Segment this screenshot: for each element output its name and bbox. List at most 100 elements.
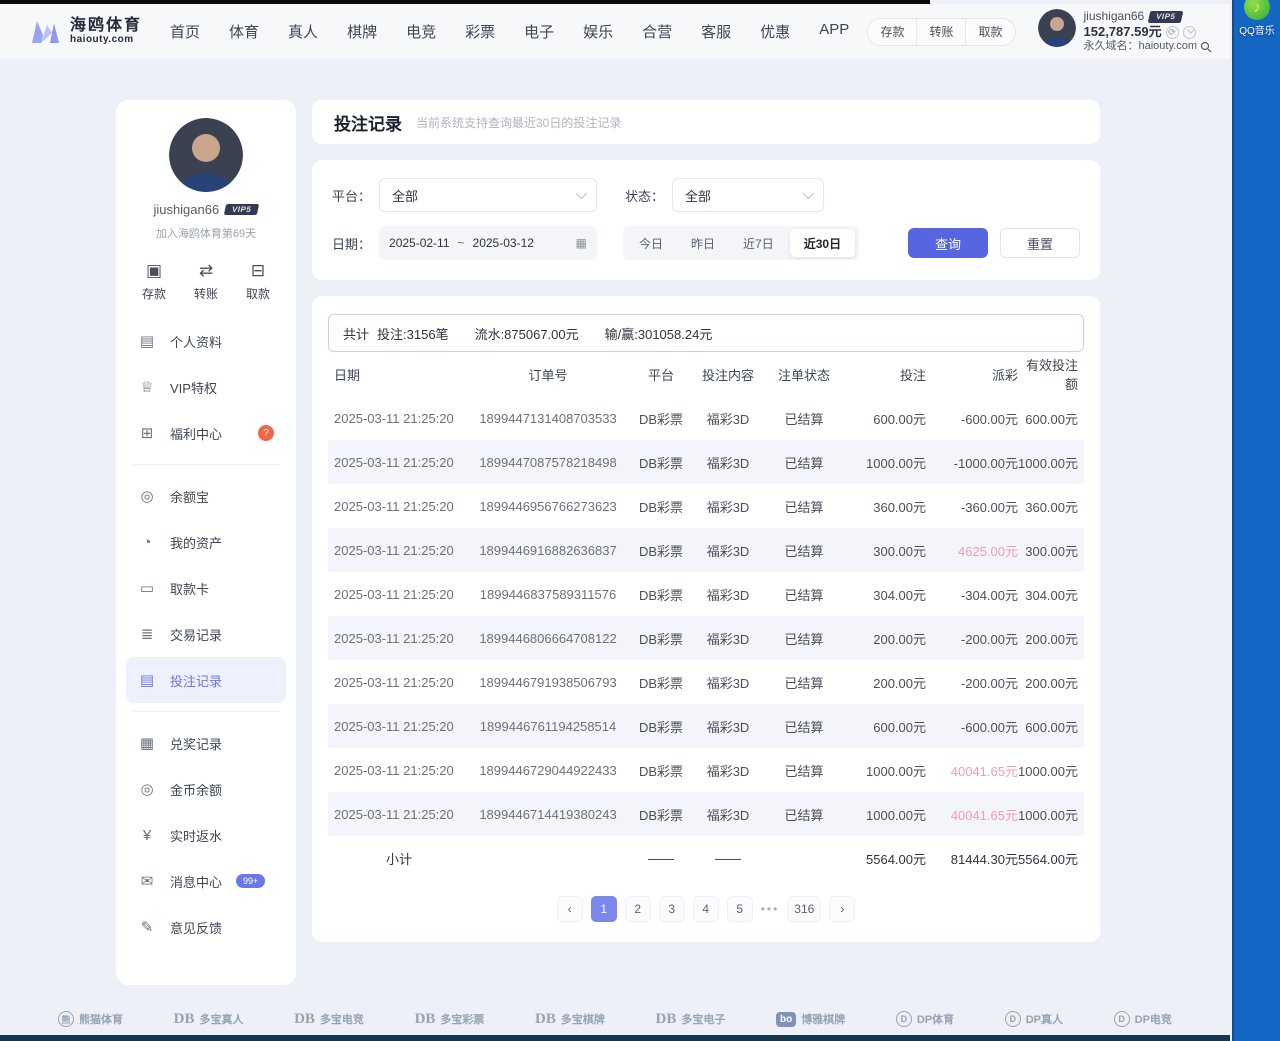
cell-payout: -1000.00元 (926, 453, 1018, 472)
sidebar-item-兑奖记录[interactable]: ▦兑奖记录 (126, 720, 286, 766)
nav-item[interactable]: 棋牌 (347, 21, 377, 42)
quick-date-近7日[interactable]: 近7日 (729, 226, 788, 260)
page-button-1[interactable]: 1 (591, 896, 617, 922)
search-button[interactable]: 查询 (908, 228, 988, 258)
table-row: 2025-03-11 21:25:201899446806664708122DB… (328, 616, 1084, 660)
records-panel: 共计 投注:3156笔 流水:875067.00元 输/赢:301058.24元… (312, 296, 1100, 942)
partner-logo: DB多宝电竞 (294, 1011, 364, 1028)
quick-date-昨日[interactable]: 昨日 (677, 226, 729, 260)
user-avatar[interactable] (1038, 9, 1076, 47)
cell-platform: DB彩票 (632, 541, 690, 560)
quick-date-近30日[interactable]: 近30日 (790, 229, 855, 257)
sidebar-item-金币余额[interactable]: ◎金币余额 (126, 766, 286, 812)
sidebar-item-福利中心[interactable]: ⊞福利中心? (126, 410, 286, 456)
sidebar-item-交易记录[interactable]: ≣交易记录 (126, 611, 286, 657)
date-range-input[interactable]: 2025-02-11 ~ 2025-03-12 ▦ (379, 226, 597, 260)
cell-order-number: 1899446714419380243 (464, 807, 632, 822)
cell-payout: -200.00元 (926, 673, 1018, 692)
sidebar-item-label: VIP特权 (170, 378, 217, 397)
nav-item[interactable]: 电竞 (406, 21, 436, 42)
partner-logo-text: 多宝电子 (681, 1011, 725, 1027)
nav-item[interactable]: 真人 (288, 21, 318, 42)
sidebar-item-我的资产[interactable]: ◔我的资产 (126, 519, 286, 565)
yuebao-icon: ◎ (138, 487, 156, 505)
top-navbar: 海鸥体育 haiouty.com 首页 体育 真人 棋牌 电竞 彩票 电子 娱乐 合营 客服 优惠 A… (0, 4, 1230, 60)
cell-valid-amount: 300.00元 (1018, 541, 1078, 560)
nav-item[interactable]: 娱乐 (583, 21, 613, 42)
page-button-5[interactable]: 5 (727, 896, 753, 922)
desktop-background: ♪ QQ音乐 (1232, 0, 1280, 1041)
nav-item[interactable]: 客服 (701, 21, 731, 42)
nav-item[interactable]: 体育 (229, 21, 259, 42)
platform-select[interactable]: 全部 (379, 178, 597, 212)
cell-date: 2025-03-11 21:25:20 (334, 411, 464, 426)
sidebar-item-余额宝[interactable]: ◎余额宝 (126, 473, 286, 519)
sidebar-action-存款[interactable]: ▣存款 (142, 261, 166, 302)
nav-item[interactable]: 优惠 (760, 21, 790, 42)
vip-icon: ♕ (138, 378, 156, 396)
partner-logo-icon: 熊 (58, 1011, 74, 1027)
nav-item[interactable]: 电子 (524, 21, 554, 42)
wallet-action-button[interactable]: 取款 (965, 19, 1014, 45)
cell-payout: 4625.00元 (926, 541, 1018, 560)
cell-bet-amount: 600.00元 (842, 717, 926, 736)
cell-date: 2025-03-11 21:25:20 (334, 807, 464, 822)
sidebar-menu: ▤个人资料 ♕ VIP特权 ⊞福利中心? ◎余额宝◔我的资产▭取款卡≣交易记录 ▤ 投注记录… (116, 318, 296, 950)
sidebar-item-意见反馈[interactable]: ✎ 意见反馈 (126, 904, 286, 950)
partner-logo: 熊熊猫体育 (58, 1011, 123, 1027)
platform-value: 全部 (392, 186, 418, 205)
reset-button[interactable]: 重置 (1000, 228, 1080, 258)
cell-bet-content: 福彩3D (690, 629, 766, 648)
sidebar-item-投注记录[interactable]: ▤ 投注记录 (126, 657, 286, 703)
page-button-2[interactable]: 2 (625, 896, 651, 922)
nav-item[interactable]: 彩票 (465, 21, 495, 42)
sidebar-action-取款[interactable]: ⊟取款 (246, 261, 270, 302)
nav-item[interactable]: APP (819, 21, 849, 42)
chevron-down-icon (803, 188, 814, 199)
wallet-action-button[interactable]: 转账 (916, 19, 965, 45)
sidebar-item-label: 金币余额 (170, 780, 222, 799)
withdraw-icon: ⊟ (246, 261, 270, 281)
sidebar-item-个人资料[interactable]: ▤个人资料 (126, 318, 286, 364)
partner-logo-text: 熊猫体育 (79, 1011, 123, 1027)
bet-records-icon: ▤ (138, 671, 156, 689)
menu-divider (132, 464, 280, 465)
page-button-4[interactable]: 4 (693, 896, 719, 922)
pagination: ‹12345•••316› (328, 896, 1084, 922)
feedback-icon: ✎ (138, 918, 156, 936)
cell-valid-amount: 360.00元 (1018, 497, 1078, 516)
brand-logo[interactable]: 海鸥体育 haiouty.com (28, 17, 142, 47)
cell-valid-amount: 200.00元 (1018, 673, 1078, 692)
sidebar-item-取款卡[interactable]: ▭取款卡 (126, 565, 286, 611)
quick-date-今日[interactable]: 今日 (625, 226, 677, 260)
chevron-down-icon[interactable] (1183, 26, 1196, 39)
nav-item[interactable]: 首页 (170, 21, 200, 42)
refresh-balance-icon[interactable]: ⟳ (1166, 26, 1179, 39)
partner-logo-icon: D (896, 1011, 912, 1027)
next-page-button[interactable]: › (829, 896, 855, 922)
summary-bar: 共计 投注:3156笔 流水:875067.00元 输/赢:301058.24元 (328, 314, 1084, 352)
profile-avatar[interactable] (169, 118, 243, 192)
search-icon[interactable] (1200, 41, 1212, 53)
column-header: 投注内容 (690, 365, 766, 384)
column-header: 注单状态 (766, 365, 842, 384)
qq-music-icon[interactable]: ♪ (1244, 0, 1270, 20)
page-button-316[interactable]: 316 (787, 896, 821, 922)
transfer-icon: ⇄ (194, 261, 218, 281)
sidebar-item-实时返水[interactable]: ¥实时返水 (126, 812, 286, 858)
page-button-3[interactable]: 3 (659, 896, 685, 922)
cell-platform: DB彩票 (632, 761, 690, 780)
prev-page-button[interactable]: ‹ (557, 896, 583, 922)
sidebar-item-label: 意见反馈 (170, 918, 222, 937)
wallet-action-button[interactable]: 存款 (868, 19, 916, 45)
nav-item[interactable]: 合营 (642, 21, 672, 42)
status-select[interactable]: 全部 (672, 178, 824, 212)
sidebar-item-VIP特权[interactable]: ♕ VIP特权 (126, 364, 286, 410)
sidebar-item-消息中心[interactable]: ✉消息中心99+ (126, 858, 286, 904)
cell-bet-content: 福彩3D (690, 409, 766, 428)
sidebar-item-label: 投注记录 (170, 671, 222, 690)
sidebar-action-转账[interactable]: ⇄转账 (194, 261, 218, 302)
user-block[interactable]: jiushigan66 VIP5 152,787.59元 ⟳ 永久域名：haio… (1038, 9, 1213, 54)
cell-platform: DB彩票 (632, 409, 690, 428)
partner-logo: DB多宝彩票 (415, 1011, 485, 1028)
